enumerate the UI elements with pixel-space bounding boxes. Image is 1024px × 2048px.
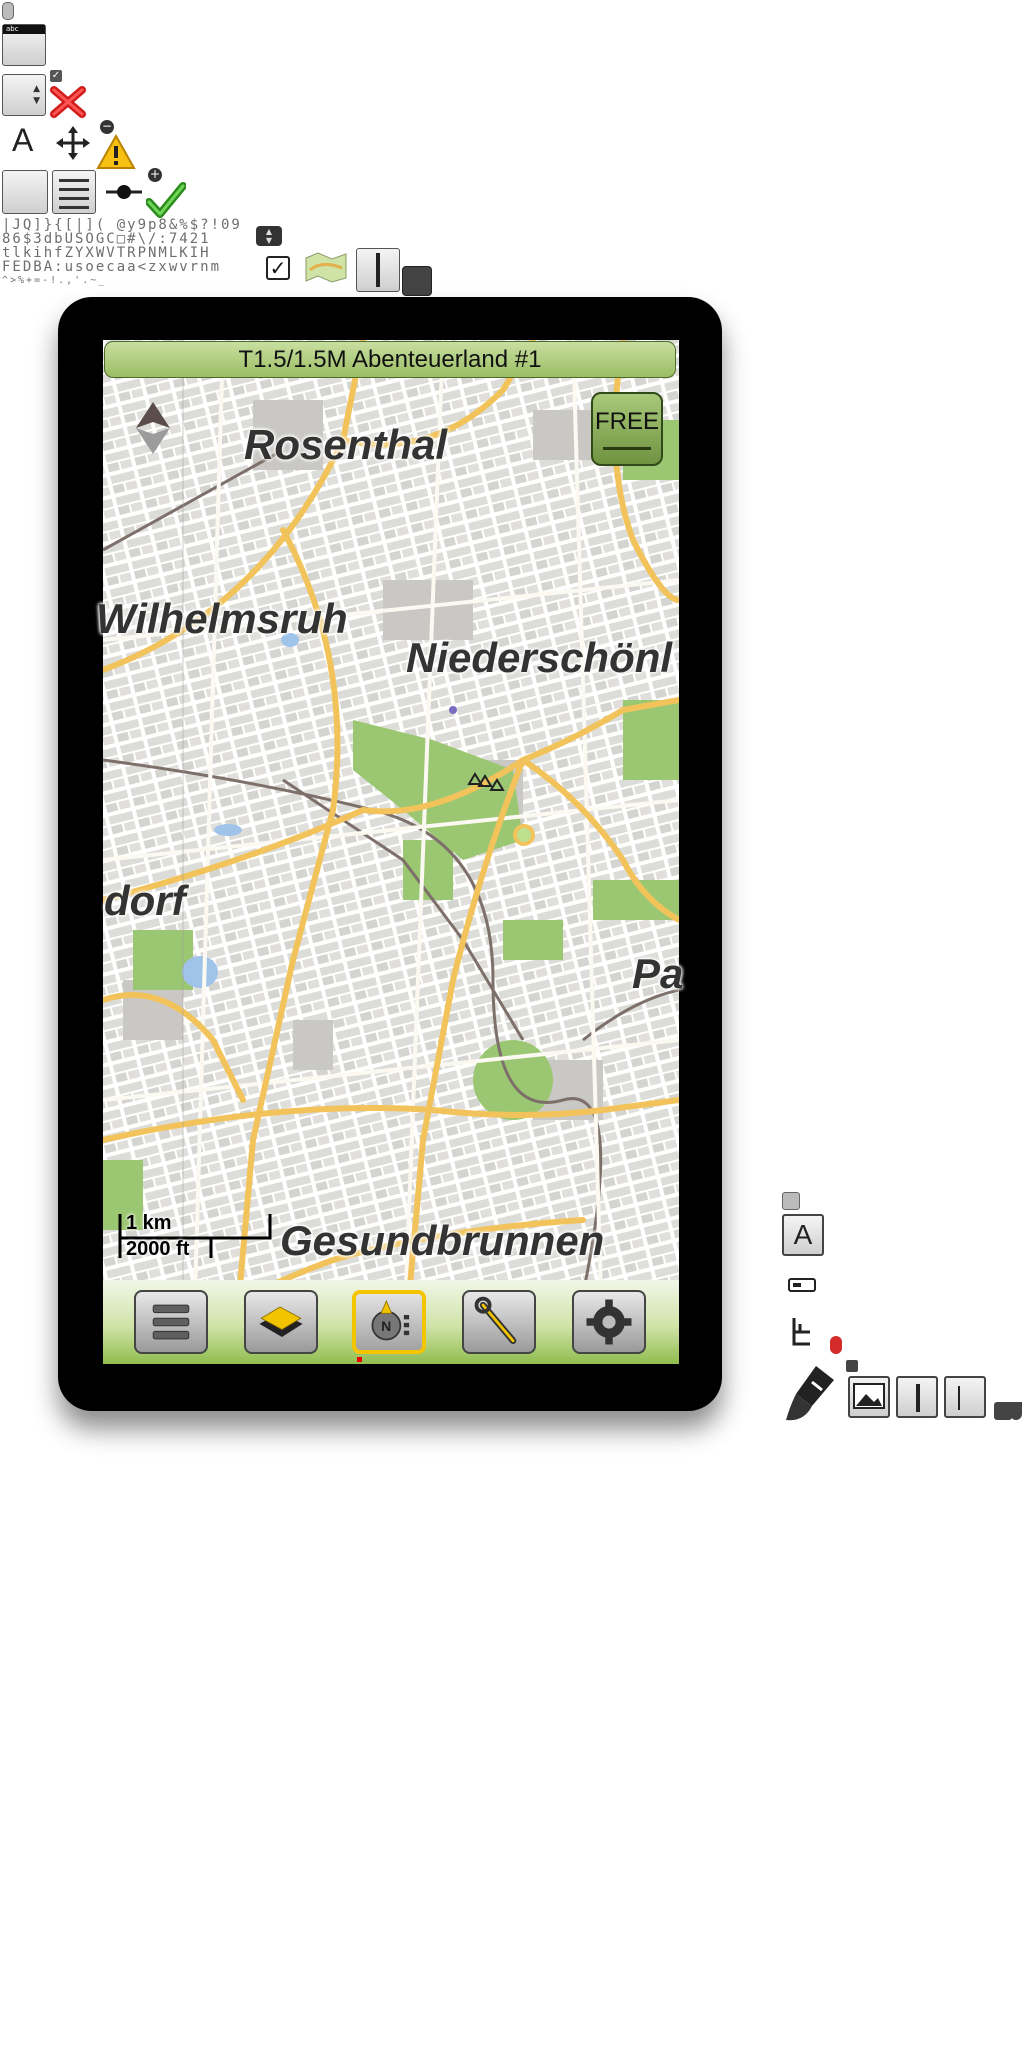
map-layers-icon [259,1306,303,1337]
pill-sprite [2,2,14,20]
place-label-rosenthal: Rosenthal [244,421,448,468]
nav-menu-button[interactable] [134,1290,208,1354]
nav-maps-button[interactable] [244,1290,318,1354]
plus-small-icon: + [148,167,162,182]
glyph-atlas: |JQ]}{[|]( @y9p8&%$?!09 86$3dbUSOGC□#\/:… [2,218,262,288]
free-mode-button[interactable]: FREE [591,392,663,466]
move-arrows-icon [56,126,90,160]
warning-icon [96,134,136,169]
editbox-sprite: abc [2,24,46,66]
dark-tab-sprite [402,266,432,296]
text-cursor-sprite [944,1376,986,1418]
map-title-bar[interactable]: T1.5/1.5M Abenteuerland #1 [104,341,676,378]
place-label-wilhelmsruh: Wilhelmsruh [96,595,348,642]
font-letter-icon: A [793,1219,813,1250]
nav-tools-button[interactable] [462,1290,536,1354]
free-button-underline [603,447,651,450]
slider-sprite-icon [106,185,142,199]
tree-view-icon [792,1318,810,1346]
glyph-row: ^>%+=-!.,'.~_ [2,275,107,286]
tools-icon [474,1296,517,1345]
spinbox-sprite: ▲ ▼ [2,74,46,116]
dark-small-square-sprite [846,1360,858,1372]
small-square-sprite [782,1192,800,1210]
splitter-sprite [356,248,400,292]
minus-small-icon: − [100,119,114,134]
place-label-niederschoenhausen: Niederschönl [406,634,673,681]
image-sprite [848,1376,890,1418]
scale-ft-label: 2000 ft [126,1238,190,1260]
listbox-sprite [52,170,96,214]
active-indicator-dot [357,1357,362,1362]
svg-text:N: N [381,1318,391,1334]
map-thumbnail-icon [305,252,347,283]
place-label-gesundbrunnen: Gesundbrunnen [280,1217,605,1264]
compass-navigation-icon: N [371,1299,410,1341]
checkbox-checked-icon: ✓ [266,256,290,280]
place-label-dorf: dorf [104,877,186,924]
nav-settings-button[interactable] [572,1290,646,1354]
map-screen[interactable] [103,340,679,1364]
gear-icon [586,1299,632,1345]
map-scale-bar: 1 km 2000 ft [116,1212,274,1260]
sprite-sheet-right: A [770,1180,1024,1440]
close-red-x-icon [50,86,86,118]
font-button-sprite: A [782,1214,824,1256]
glyph-row: |JQ]}{[|]( @y9p8&%$?!09 [2,217,242,233]
dark-shield-sprite [1010,1402,1022,1420]
vertical-splitter-sprite [896,1376,938,1418]
place-label-pa: Pa [632,950,684,997]
menu-icon [152,1304,190,1340]
combo-arrow-sprite: ▲ ▼ [256,226,282,246]
paint-brush-icon [786,1366,834,1421]
sprite-sheet-left: abc ▲ ▼ ✓ A − + |JQ]}{[|]( @y9p8&%$?!09 8… [0,0,440,300]
red-marker-sprite [830,1336,842,1354]
free-button-label: FREE [594,408,659,435]
glyph-row: tlkihfZYXWVTRPNMLKIH [2,245,211,261]
glyph-row: FEDBA:usoecaa<zxwvrnm [2,259,222,275]
button-sprite [2,170,48,214]
checkmark-green-icon [146,182,186,218]
checkbox-small-icon: ✓ [50,70,62,82]
nav-compass-button[interactable]: N [352,1290,426,1354]
street-map[interactable] [103,340,679,1364]
progress-sprite [788,1278,816,1292]
font-letter-icon: A [12,122,34,158]
glyph-row: 86$3dbUSOGC□#\/:7421 [2,231,211,247]
scale-km-label: 1 km [126,1212,172,1234]
compass-rose-icon[interactable] [132,400,174,456]
